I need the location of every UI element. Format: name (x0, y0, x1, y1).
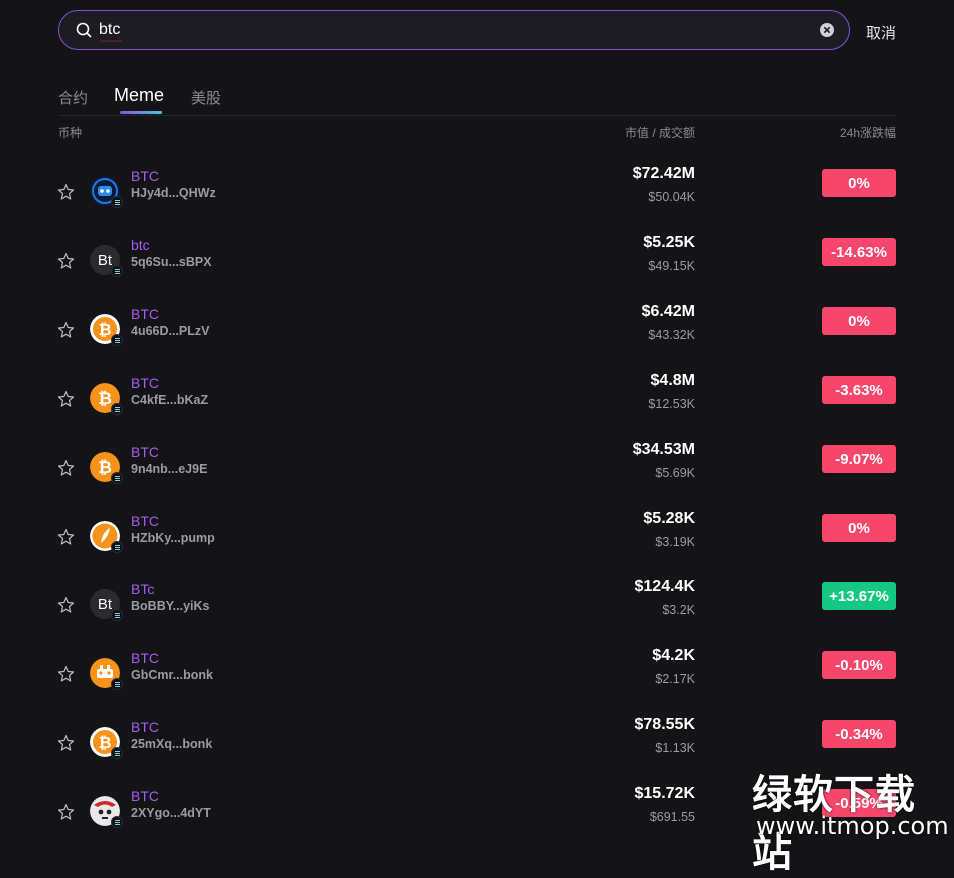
volume: $2.17K (655, 672, 695, 686)
token-symbol: BTC (131, 444, 159, 460)
favorite-star-icon[interactable] (57, 459, 75, 477)
table-row[interactable]: ₿ BTC 9n4nb...eJ9E $34.53M $5.69K -9.07% (0, 441, 954, 521)
change-badge: -9.07% (822, 445, 896, 473)
svg-text:₿: ₿ (98, 389, 112, 409)
volume: $691.55 (649, 810, 695, 824)
favorite-star-icon[interactable] (57, 665, 75, 683)
svg-text:₿: ₿ (98, 733, 111, 752)
token-address: BoBBY...yiKs (131, 599, 210, 613)
market-cap: $15.72K (634, 785, 696, 802)
favorite-star-icon[interactable] (57, 390, 75, 408)
favorite-star-icon[interactable] (57, 803, 75, 821)
solana-chain-icon (111, 403, 123, 415)
volume: $49.15K (648, 259, 695, 273)
favorite-star-icon[interactable] (57, 596, 75, 614)
volume: $5.69K (655, 466, 695, 480)
solana-chain-icon (111, 541, 123, 553)
change-badge: 0% (822, 307, 896, 335)
table-row[interactable]: BTC HZbKy...pump $5.28K $3.19K 0% (0, 510, 954, 590)
spellcheck-underline (100, 40, 122, 43)
volume: $12.53K (648, 397, 695, 411)
table-row[interactable]: Bt BTc BoBBY...yiKs $124.4K $3.2K +13.67% (0, 578, 954, 658)
svg-text:₿: ₿ (98, 458, 112, 478)
solana-chain-icon (111, 334, 123, 346)
token-symbol: BTC (131, 306, 159, 322)
favorite-star-icon[interactable] (57, 734, 75, 752)
search-bar[interactable] (58, 10, 850, 50)
market-cap: $34.53M (632, 441, 695, 458)
change-badge: 0% (822, 514, 896, 542)
volume: $50.04K (648, 190, 695, 204)
favorite-star-icon[interactable] (57, 183, 75, 201)
token-symbol: BTC (131, 788, 159, 804)
token-symbol: BTC (131, 375, 159, 391)
change-badge: 0% (822, 169, 896, 197)
change-badge: -3.63% (822, 376, 896, 404)
token-address: 4u66D...PLzV (131, 324, 210, 338)
token-address: HJy4d...QHWz (131, 186, 216, 200)
token-symbol: BTC (131, 719, 159, 735)
market-cap: $4.2K (652, 647, 695, 664)
search-input[interactable] (99, 19, 799, 41)
favorite-star-icon[interactable] (57, 528, 75, 546)
table-row[interactable]: BTC GbCmr...bonk $4.2K $2.17K -0.10% (0, 647, 954, 727)
token-address: GbCmr...bonk (131, 668, 213, 682)
change-badge: -0.10% (822, 651, 896, 679)
solana-chain-icon (111, 747, 123, 759)
svg-text:₿: ₿ (98, 320, 111, 339)
solana-chain-icon (111, 472, 123, 484)
solana-chain-icon (111, 196, 123, 208)
watermark-url: www.itmop.com (756, 812, 949, 840)
change-badge: +13.67% (822, 582, 896, 610)
solana-chain-icon (111, 609, 123, 621)
column-header-coin: 币种 (58, 126, 83, 140)
solana-chain-icon (111, 816, 123, 828)
table-row[interactable]: Bt btc 5q6Su...sBPX $5.25K $49.15K -14.63% (0, 234, 954, 314)
market-cap: $78.55K (634, 716, 696, 733)
token-symbol: BTC (131, 513, 159, 529)
table-row[interactable]: ₿ BTC C4kfE...bKaZ $4.8M $12.53K -3.63% (0, 372, 954, 452)
volume: $3.19K (655, 535, 695, 549)
token-address: C4kfE...bKaZ (131, 393, 209, 407)
volume: $1.13K (655, 741, 695, 755)
tab-contracts[interactable]: 合约 (58, 87, 88, 108)
token-symbol: BTc (131, 581, 155, 597)
token-symbol: BTC (131, 650, 159, 666)
search-icon (76, 22, 92, 38)
market-cap: $5.25K (643, 234, 695, 251)
column-header-change[interactable]: 24h涨跌幅 (840, 124, 896, 141)
market-cap: $72.42M (632, 165, 695, 182)
volume: $43.32K (648, 328, 695, 342)
token-symbol: BTC (131, 168, 159, 184)
solana-chain-icon (111, 678, 123, 690)
favorite-star-icon[interactable] (57, 321, 75, 339)
tab-meme[interactable]: Meme (114, 85, 164, 106)
column-header-mcap-volume[interactable]: 市值 / 成交额 (625, 124, 695, 141)
token-address: 9n4nb...eJ9E (131, 462, 208, 476)
favorite-star-icon[interactable] (57, 252, 75, 270)
market-cap: $124.4K (634, 578, 696, 595)
market-cap: $4.8M (650, 372, 695, 389)
token-symbol: btc (131, 237, 150, 253)
clear-icon[interactable] (819, 22, 835, 38)
tab-us-stocks[interactable]: 美股 (191, 87, 221, 108)
token-address: 5q6Su...sBPX (131, 255, 212, 269)
token-address: 2XYgo...4dYT (131, 806, 211, 820)
table-row[interactable]: ₿ BTC 4u66D...PLzV $6.42M $43.32K 0% (0, 303, 954, 383)
solana-chain-icon (111, 265, 123, 277)
token-address: 25mXq...bonk (131, 737, 213, 751)
active-tab-indicator (120, 111, 162, 114)
volume: $3.2K (662, 603, 695, 617)
change-badge: -0.34% (822, 720, 896, 748)
market-cap: $6.42M (641, 303, 695, 320)
market-cap: $5.28K (643, 510, 695, 527)
tabs-divider (58, 115, 896, 116)
token-address: HZbKy...pump (131, 531, 215, 545)
table-row[interactable]: BTC HJy4d...QHWz $72.42M $50.04K 0% (0, 165, 954, 245)
change-badge: -14.63% (822, 238, 896, 266)
cancel-button[interactable]: 取消 (866, 22, 896, 43)
